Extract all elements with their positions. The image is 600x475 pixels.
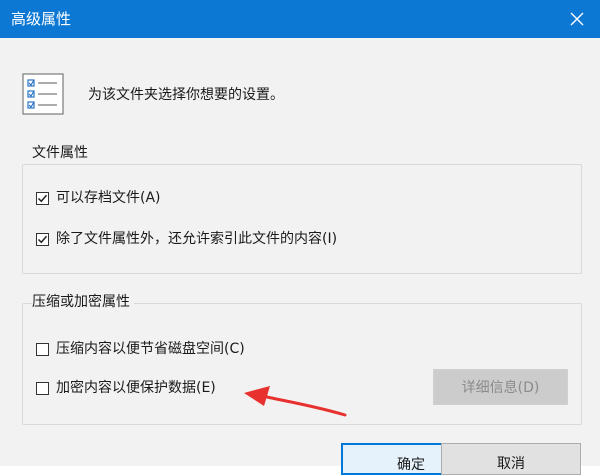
index-checkbox-row[interactable]: 除了文件属性外，还允许索引此文件的内容(I) [36, 230, 337, 248]
encrypt-checkbox[interactable] [36, 381, 49, 395]
close-button[interactable] [554, 0, 600, 38]
compress-checkbox-label: 压缩内容以便节省磁盘空间(C) [56, 341, 245, 357]
details-button[interactable]: 详细信息(D) [433, 369, 568, 405]
index-checkbox[interactable] [36, 232, 49, 246]
dialog-description: 为该文件夹选择你想要的设置。 [88, 87, 284, 103]
compress-checkbox[interactable] [36, 342, 49, 356]
dialog-body: 为该文件夹选择你想要的设置。 文件属性 可以存档文件(A) 除了文件属性外，还允… [0, 38, 600, 475]
cancel-button[interactable]: 取消 [441, 443, 581, 475]
archive-checkbox-row[interactable]: 可以存档文件(A) [36, 189, 161, 207]
encrypt-checkbox-row[interactable]: 加密内容以便保护数据(E) [36, 379, 216, 397]
compress-encrypt-group [22, 303, 582, 425]
file-attributes-group [22, 164, 582, 274]
window-title: 高级属性 [11, 10, 72, 28]
checkmark-icon [37, 194, 48, 202]
archive-checkbox[interactable] [36, 191, 49, 205]
file-attributes-legend: 文件属性 [32, 144, 92, 162]
checkmark-icon [37, 235, 48, 243]
encrypt-checkbox-label: 加密内容以便保护数据(E) [56, 380, 216, 396]
archive-checkbox-label: 可以存档文件(A) [56, 190, 161, 206]
close-icon [570, 12, 584, 26]
compress-checkbox-row[interactable]: 压缩内容以便节省磁盘空间(C) [36, 340, 245, 358]
title-bar: 高级属性 [0, 0, 600, 38]
compress-encrypt-legend: 压缩或加密属性 [32, 293, 134, 311]
settings-list-icon [22, 73, 64, 115]
index-checkbox-label: 除了文件属性外，还允许索引此文件的内容(I) [56, 231, 338, 247]
